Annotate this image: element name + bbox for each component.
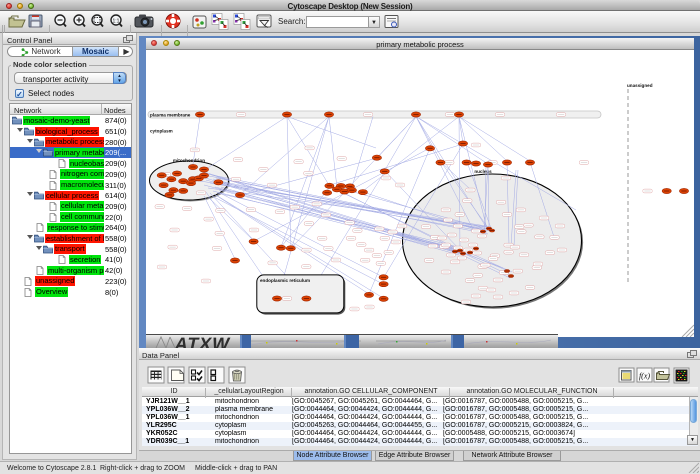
svg-text:mitochondrion: mitochondrion [173, 158, 205, 163]
svg-text:ATXW: ATXW [173, 335, 232, 348]
svg-text:f(x): f(x) [639, 372, 650, 381]
svg-text:unassigned: unassigned [627, 83, 653, 88]
svg-text:nucleus: nucleus [474, 169, 492, 174]
svg-text:cytoplasm: cytoplasm [150, 129, 173, 134]
svg-text:plasma membrane: plasma membrane [150, 112, 191, 117]
svg-text:endoplasmic reticulum: endoplasmic reticulum [260, 278, 310, 283]
svg-text:1:1: 1:1 [113, 19, 120, 25]
